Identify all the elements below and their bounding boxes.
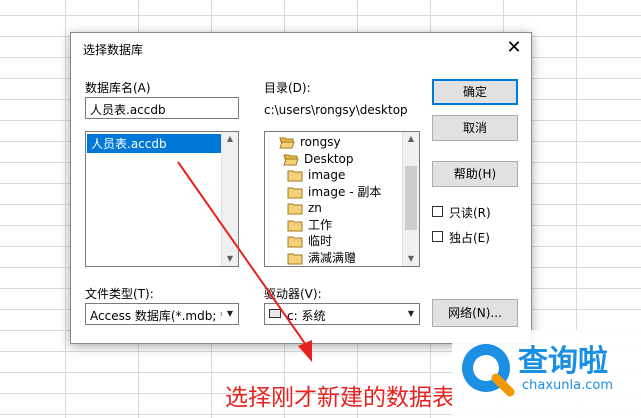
watermark-brand: 查询啦 — [518, 344, 608, 379]
annotation-text: 选择刚才新建的数据表 — [225, 385, 455, 411]
watermark-logo: 查询啦 chaxunla.com — [452, 330, 641, 418]
watermark-url: chaxunla.com — [522, 378, 613, 393]
